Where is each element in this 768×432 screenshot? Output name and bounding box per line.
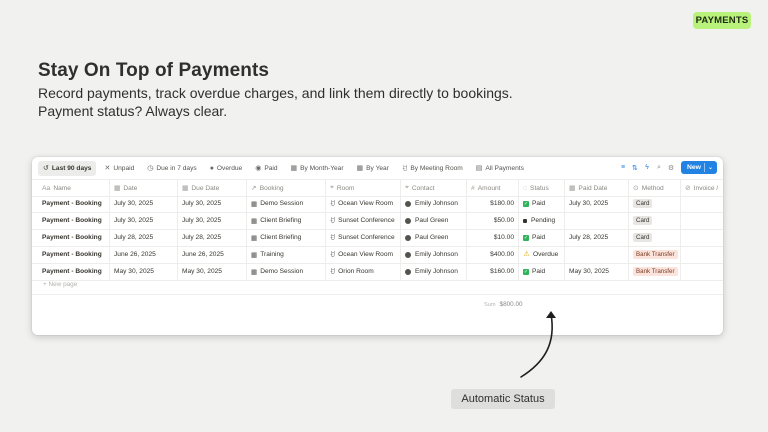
automatic-status-label: Automatic Status	[451, 389, 555, 409]
annotation-arrow	[520, 311, 556, 378]
